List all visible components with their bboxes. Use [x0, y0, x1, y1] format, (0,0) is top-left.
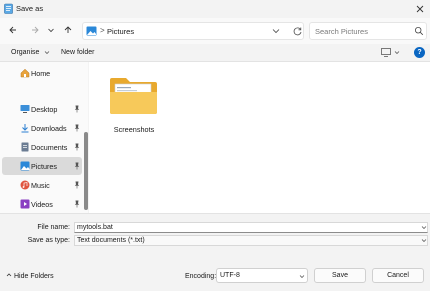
sidebar-item-label: Videos: [31, 200, 53, 209]
pin-icon[interactable]: [74, 105, 80, 113]
view-options-icon[interactable]: [381, 48, 391, 57]
encoding-select[interactable]: UTF-8: [216, 268, 308, 283]
breadcrumb-pictures[interactable]: Pictures: [107, 27, 134, 36]
sidebar-item-label: Pictures: [31, 162, 57, 171]
sidebar-item-desktop[interactable]: Desktop: [2, 100, 82, 118]
search-icon: [414, 26, 424, 36]
chevron-down-icon[interactable]: [394, 50, 400, 55]
sidebar-item-music[interactable]: Music: [2, 176, 82, 194]
chevron-down-icon[interactable]: [421, 225, 427, 230]
notepad-icon: [4, 3, 13, 14]
sidebar-item-label: Desktop: [31, 105, 58, 114]
back-button[interactable]: [6, 23, 20, 37]
encoding-value: UTF-8: [220, 272, 240, 279]
help-icon[interactable]: ?: [414, 47, 425, 58]
sidebar-item-label: Documents: [31, 143, 68, 152]
window-title: Save as: [16, 4, 44, 13]
search-placeholder: Search Pictures: [315, 27, 368, 36]
refresh-icon[interactable]: [292, 26, 303, 37]
sidebar-item-pictures[interactable]: Pictures: [2, 157, 82, 175]
documents-icon: [21, 142, 29, 152]
sidebar-item-label: Home: [31, 69, 51, 78]
organise-button[interactable]: Organise: [11, 49, 39, 56]
sidebar-item-label: Music: [31, 181, 50, 190]
pin-icon[interactable]: [74, 162, 80, 170]
close-icon[interactable]: [414, 3, 426, 15]
save-as-type-select[interactable]: Text documents (*.txt): [74, 235, 428, 246]
file-name-input[interactable]: mytools.bat: [74, 222, 428, 233]
new-folder-button[interactable]: New folder: [61, 49, 94, 56]
folder-icon: [110, 78, 157, 114]
file-name-value: mytools.bat: [77, 224, 113, 231]
save-form: File name: mytools.bat Save as type: Tex…: [0, 213, 430, 263]
arrow-right-icon: [32, 26, 39, 34]
music-icon: [20, 180, 30, 190]
pin-icon[interactable]: [74, 143, 80, 151]
arrow-left-icon: [9, 26, 16, 34]
videos-icon: [20, 199, 30, 209]
breadcrumb-separator: >: [100, 26, 105, 35]
sidebar-item-home[interactable]: Home: [2, 64, 82, 82]
save-button[interactable]: Save: [314, 268, 366, 283]
sidebar-scrollbar[interactable]: [84, 132, 88, 210]
save-as-type-label: Save as type:: [27, 237, 70, 244]
chevron-down-icon[interactable]: [271, 27, 281, 35]
file-name-label: File name:: [37, 224, 70, 231]
sidebar-item-videos[interactable]: Videos: [2, 195, 82, 213]
title-bar: Save as: [0, 0, 430, 18]
recent-locations-button[interactable]: [44, 23, 58, 37]
chevron-down-icon: [299, 275, 305, 278]
arrow-up-icon: [64, 26, 72, 33]
sidebar-item-label: Downloads: [31, 124, 67, 133]
search-box[interactable]: Search Pictures: [309, 22, 427, 40]
pictures-icon: [86, 26, 97, 36]
hide-folders-button[interactable]: Hide Folders: [14, 273, 54, 280]
pin-icon[interactable]: [74, 181, 80, 189]
forward-button[interactable]: [28, 23, 42, 37]
folder-label: Screenshots: [113, 125, 155, 134]
pin-icon[interactable]: [74, 200, 80, 208]
up-button[interactable]: [61, 23, 75, 37]
save-as-type-value: Text documents (*.txt): [77, 237, 145, 244]
chevron-down-icon: [44, 51, 50, 54]
address-bar[interactable]: > Pictures: [82, 22, 304, 40]
home-icon: [20, 68, 30, 78]
encoding-label: Encoding:: [185, 273, 217, 280]
download-icon: [21, 124, 29, 133]
chevron-down-icon[interactable]: [421, 238, 427, 243]
navigation-pane: Home Desktop Downloads Documents Picture…: [0, 62, 88, 213]
file-list: Screenshots: [89, 62, 430, 213]
navigation-bar: > Pictures Search Pictures: [0, 18, 430, 44]
command-bar: Organise New folder ?: [0, 44, 430, 62]
pin-icon[interactable]: [74, 124, 80, 132]
sidebar-item-documents[interactable]: Documents: [2, 138, 82, 156]
chevron-down-icon: [48, 28, 54, 33]
folder-item[interactable]: Screenshots: [107, 72, 161, 142]
sidebar-item-downloads[interactable]: Downloads: [2, 119, 82, 137]
dialog-footer: Hide Folders Encoding: UTF-8 Save Cancel: [0, 263, 430, 291]
cancel-button[interactable]: Cancel: [372, 268, 424, 283]
desktop-icon: [20, 105, 30, 113]
pictures-icon: [20, 161, 30, 171]
chevron-up-icon[interactable]: [6, 272, 12, 278]
